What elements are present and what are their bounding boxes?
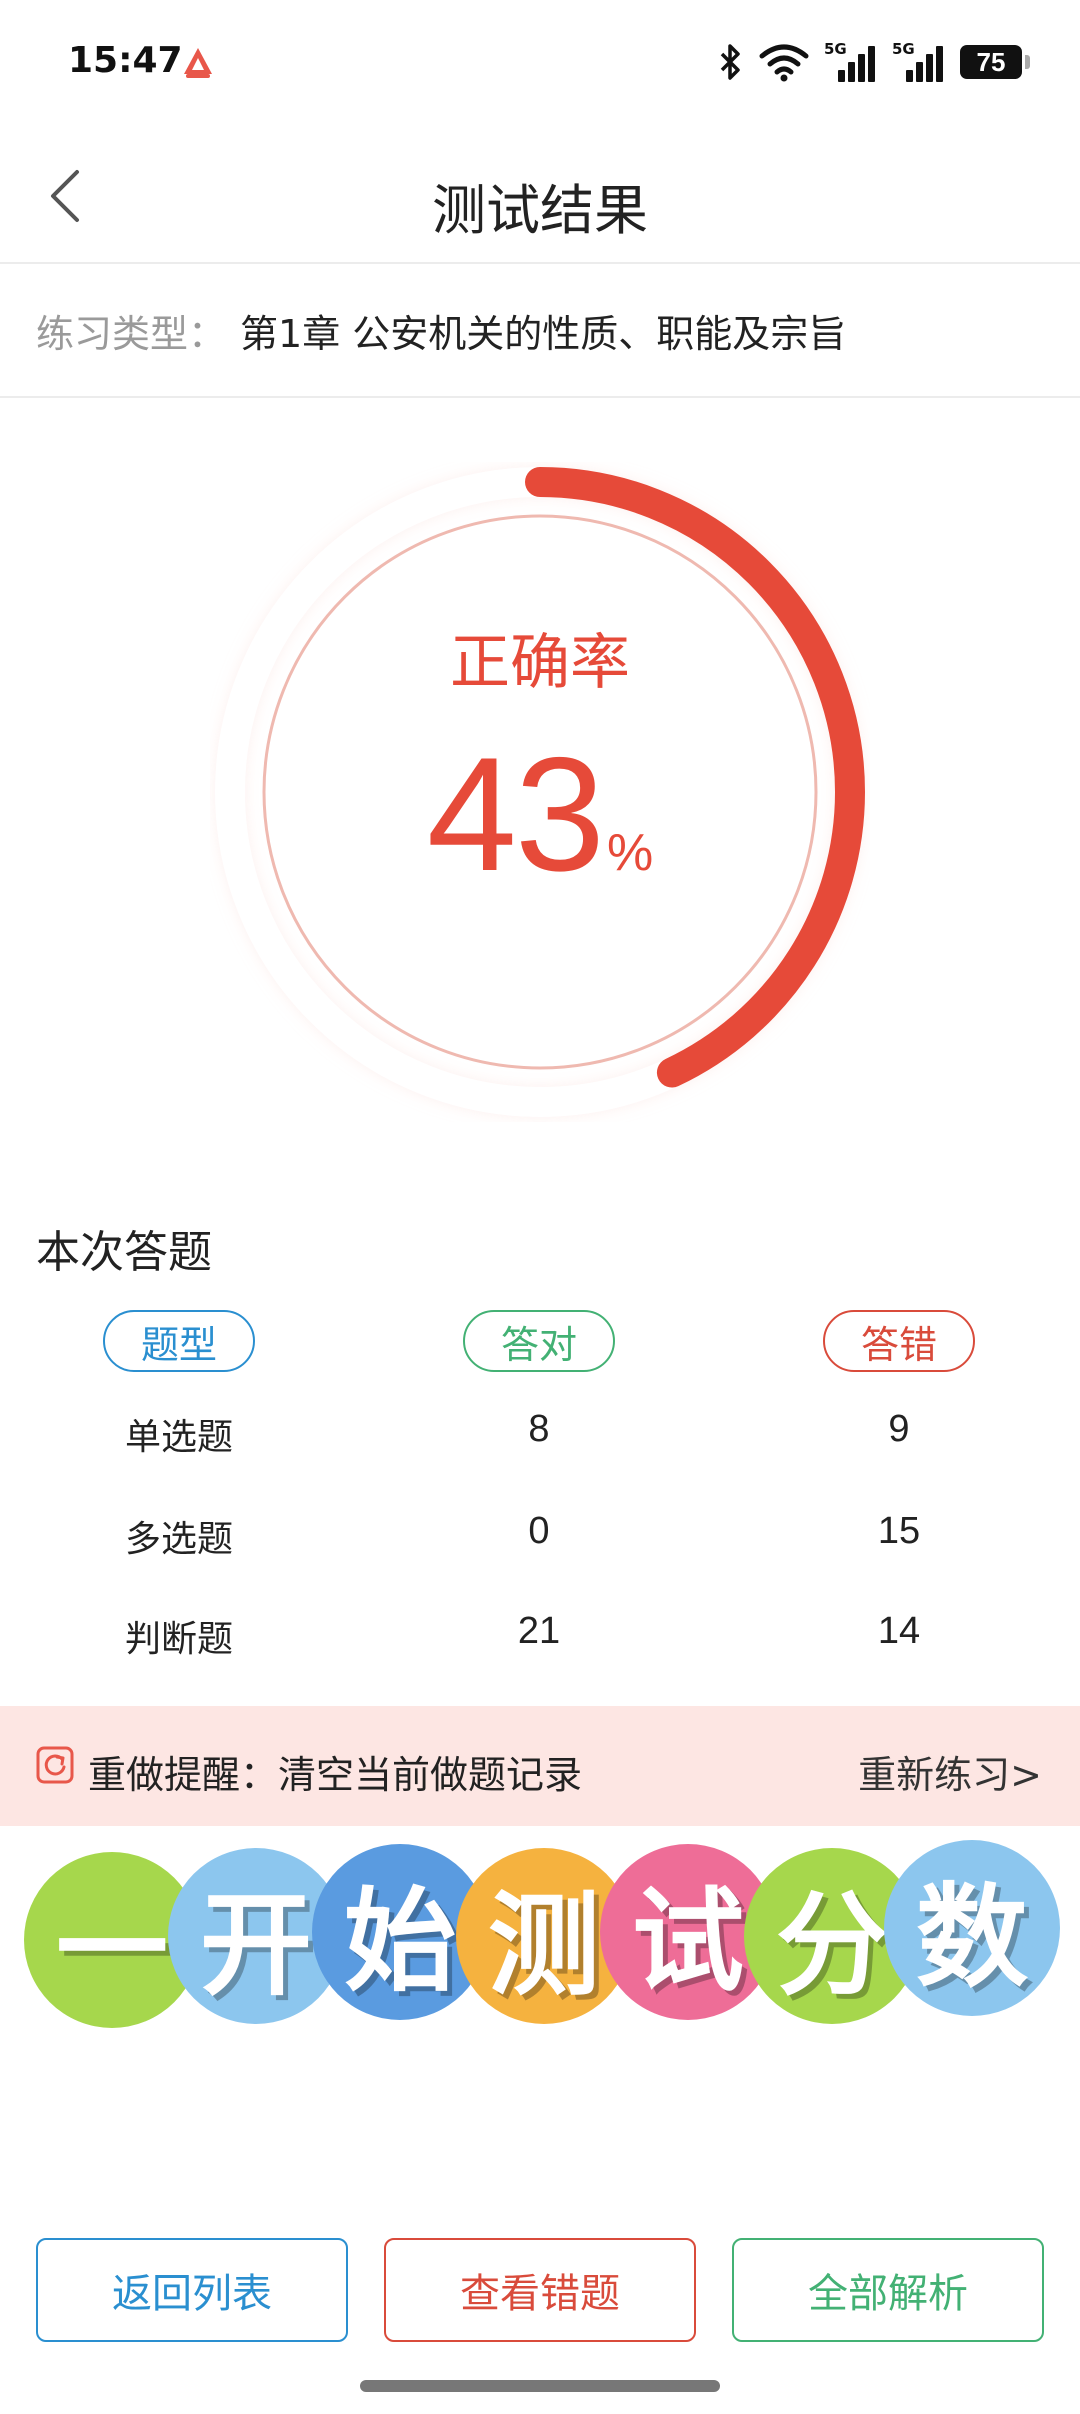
practice-type-label: 练习类型： [36, 311, 227, 356]
stats-title: 本次答题 [36, 1227, 212, 1278]
nav-header: 测试结果 [0, 128, 1080, 264]
right-count: 21 [517, 1610, 561, 1652]
banner-char: 试 [632, 1877, 744, 2007]
signal-icon: 5G [892, 40, 946, 82]
table-row: 判断题 21 14 [0, 1580, 1080, 1680]
wrong-count: 15 [877, 1510, 921, 1552]
wrong-count: 9 [888, 1408, 910, 1450]
accuracy-value: 43 [426, 724, 605, 905]
status-bar: 15:47 5G 5G 75 [0, 0, 1080, 128]
battery-icon: 75 [960, 45, 1030, 79]
question-type: 单选题 [124, 1417, 233, 1458]
all-analysis-button[interactable]: 全部解析 [732, 2238, 1044, 2342]
wrong-count: 14 [877, 1610, 921, 1652]
header-type-pill: 题型 [103, 1310, 255, 1372]
banner-char: 始 [344, 1877, 456, 2007]
banner-char: 开 [200, 1881, 312, 2011]
start-test-banner[interactable]: 一 开 始 测 试 分 数 [0, 1826, 1080, 2036]
app-logo-icon [184, 48, 212, 78]
accuracy-label: 正确率 [450, 628, 630, 698]
stats-header: 题型 答对 答错 [0, 1310, 1080, 1372]
accuracy-unit: % [606, 824, 654, 882]
back-to-list-button[interactable]: 返回列表 [36, 2238, 348, 2342]
banner-char: 数 [916, 1873, 1028, 2003]
battery-level: 75 [976, 46, 1006, 77]
network-type-label: 5G [824, 40, 847, 58]
redo-reminder-text: 重做提醒：清空当前做题记录 [88, 1753, 583, 1797]
accuracy-readout: 43% [210, 722, 870, 908]
practice-type-row: 练习类型： 第1章 公安机关的性质、职能及宗旨 [0, 264, 1080, 398]
header-wrong-pill: 答错 [823, 1310, 975, 1372]
table-row: 多选题 0 15 [0, 1480, 1080, 1580]
signal-icon: 5G [824, 40, 878, 82]
wifi-icon [759, 44, 809, 82]
banner-char: 分 [776, 1881, 888, 2011]
redo-reminder-bar: 重做提醒：清空当前做题记录 重新练习> [0, 1706, 1080, 1826]
practice-type-value: 第1章 公安机关的性质、职能及宗旨 [240, 311, 847, 356]
question-type: 判断题 [124, 1619, 233, 1660]
view-wrong-button[interactable]: 查看错题 [384, 2238, 696, 2342]
question-type: 多选题 [124, 1519, 233, 1560]
status-time: 15:47 [68, 40, 183, 81]
accuracy-gauge: 正确率 43% [210, 462, 870, 1122]
bluetooth-icon [720, 44, 740, 80]
network-type-label: 5G [892, 40, 915, 58]
banner-char: 一 [56, 1885, 168, 2015]
refresh-icon [36, 1746, 74, 1784]
home-indicator[interactable] [360, 2380, 720, 2392]
redo-practice-link[interactable]: 重新练习> [858, 1744, 1042, 1799]
right-count: 0 [528, 1510, 550, 1552]
banner-bubble: 数 [884, 1840, 1060, 2016]
banner-char: 测 [488, 1881, 600, 2011]
page-title: 测试结果 [432, 179, 648, 242]
table-row: 单选题 8 9 [0, 1378, 1080, 1478]
status-icons: 5G 5G 75 [718, 40, 1030, 84]
right-count: 8 [528, 1408, 550, 1450]
header-right-pill: 答对 [463, 1310, 615, 1372]
